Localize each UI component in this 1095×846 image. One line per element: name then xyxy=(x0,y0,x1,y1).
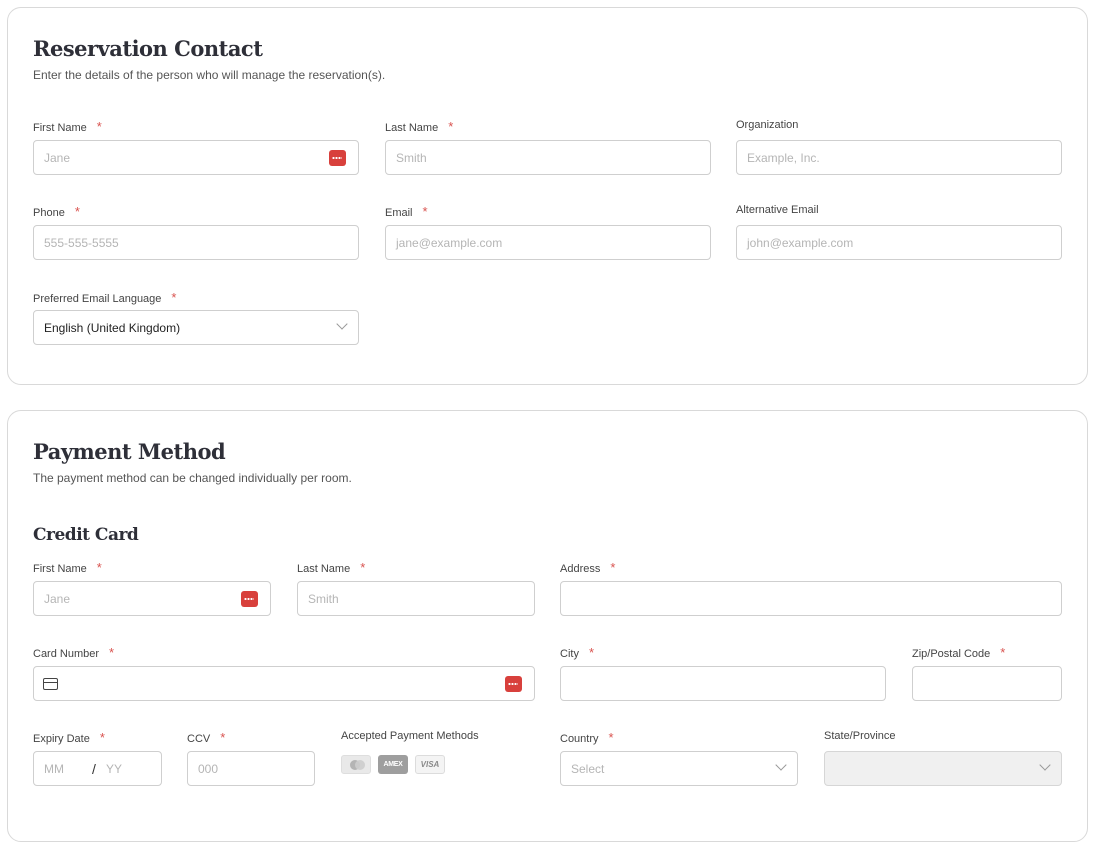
organization-placeholder: Example, Inc. xyxy=(747,151,820,165)
reservation-contact-title: Reservation Contact xyxy=(33,36,263,61)
ccv-label: CCV * xyxy=(187,730,226,745)
required-mark: * xyxy=(96,119,102,134)
last-name-label: Last Name * xyxy=(385,119,454,134)
credit-card-icon xyxy=(43,678,58,690)
expiry-month-placeholder: MM xyxy=(44,762,64,776)
preferred-email-language-value: English (United Kingdom) xyxy=(44,321,181,335)
zip-label: Zip/Postal Code * xyxy=(912,645,1006,660)
required-mark: * xyxy=(220,730,226,745)
required-mark: * xyxy=(588,645,595,660)
country-placeholder: Select xyxy=(571,762,605,776)
phone-label: Phone * xyxy=(33,204,80,219)
mastercard-icon xyxy=(341,755,371,774)
chevron-down-icon xyxy=(1039,759,1051,771)
first-name-label: First Name * xyxy=(33,119,102,134)
expiry-separator: / xyxy=(92,761,96,777)
password-manager-icon[interactable] xyxy=(329,150,346,166)
reservation-contact-subtitle: Enter the details of the person who will… xyxy=(33,68,386,82)
visa-icon: VISA xyxy=(415,755,445,774)
cc-first-name-label: First Name * xyxy=(33,560,102,575)
required-mark: * xyxy=(1000,645,1006,660)
city-input[interactable] xyxy=(560,666,886,701)
email-placeholder: jane@example.com xyxy=(396,236,503,250)
amex-icon: AMEX xyxy=(378,755,408,774)
last-name-placeholder: Smith xyxy=(396,151,427,165)
city-label: City * xyxy=(560,645,595,660)
expiry-year-placeholder: YY xyxy=(106,762,123,776)
country-label: Country * xyxy=(560,730,614,745)
first-name-input[interactable]: Jane xyxy=(33,140,359,175)
organization-label: Organization xyxy=(736,119,799,131)
accepted-payment-methods-label: Accepted Payment Methods xyxy=(341,730,479,742)
alternative-email-label: Alternative Email xyxy=(736,204,819,216)
cc-first-name-placeholder: Jane xyxy=(44,592,71,606)
required-mark: * xyxy=(422,204,428,219)
password-manager-icon[interactable] xyxy=(241,591,258,607)
email-label: Email * xyxy=(385,204,428,219)
alternative-email-placeholder: john@example.com xyxy=(747,236,854,250)
password-manager-icon[interactable] xyxy=(505,676,522,692)
expiry-date-label: Expiry Date * xyxy=(33,730,105,745)
chevron-down-icon xyxy=(336,318,348,330)
credit-card-section-title: Credit Card xyxy=(33,525,139,545)
required-mark: * xyxy=(74,204,80,219)
state-province-select[interactable] xyxy=(824,751,1062,786)
state-province-label: State/Province xyxy=(824,730,896,742)
country-select[interactable]: Select xyxy=(560,751,798,786)
ccv-input[interactable]: 000 xyxy=(187,751,315,786)
required-mark: * xyxy=(96,560,102,575)
ccv-placeholder: 000 xyxy=(198,762,219,776)
required-mark: * xyxy=(610,560,616,575)
required-mark: * xyxy=(448,119,454,134)
first-name-placeholder: Jane xyxy=(44,151,71,165)
email-input[interactable]: jane@example.com xyxy=(385,225,711,260)
last-name-input[interactable]: Smith xyxy=(385,140,711,175)
preferred-email-language-select[interactable]: English (United Kingdom) xyxy=(33,310,359,345)
payment-method-title: Payment Method xyxy=(33,439,226,464)
organization-input[interactable]: Example, Inc. xyxy=(736,140,1062,175)
payment-method-subtitle: The payment method can be changed indivi… xyxy=(33,471,352,485)
cc-first-name-input[interactable]: Jane xyxy=(33,581,271,616)
reservation-contact-card: Reservation Contact Enter the details of… xyxy=(7,7,1088,385)
required-mark: * xyxy=(99,730,105,745)
alternative-email-input[interactable]: john@example.com xyxy=(736,225,1062,260)
phone-placeholder: 555-555-5555 xyxy=(44,236,119,250)
preferred-email-language-label: Preferred Email Language * xyxy=(33,290,177,305)
cc-last-name-placeholder: Smith xyxy=(308,592,339,606)
expiry-date-input[interactable]: MM / YY xyxy=(33,751,162,786)
zip-input[interactable] xyxy=(912,666,1062,701)
card-number-label: Card Number * xyxy=(33,645,115,660)
address-label: Address * xyxy=(560,560,616,575)
required-mark: * xyxy=(171,290,177,305)
required-mark: * xyxy=(360,560,366,575)
required-mark: * xyxy=(608,730,614,745)
required-mark: * xyxy=(109,645,115,660)
payment-method-card: Payment Method The payment method can be… xyxy=(7,410,1088,842)
cc-last-name-input[interactable]: Smith xyxy=(297,581,535,616)
cc-last-name-label: Last Name * xyxy=(297,560,366,575)
phone-input[interactable]: 555-555-5555 xyxy=(33,225,359,260)
chevron-down-icon xyxy=(775,759,787,771)
address-input[interactable] xyxy=(560,581,1062,616)
card-number-input[interactable] xyxy=(33,666,535,701)
